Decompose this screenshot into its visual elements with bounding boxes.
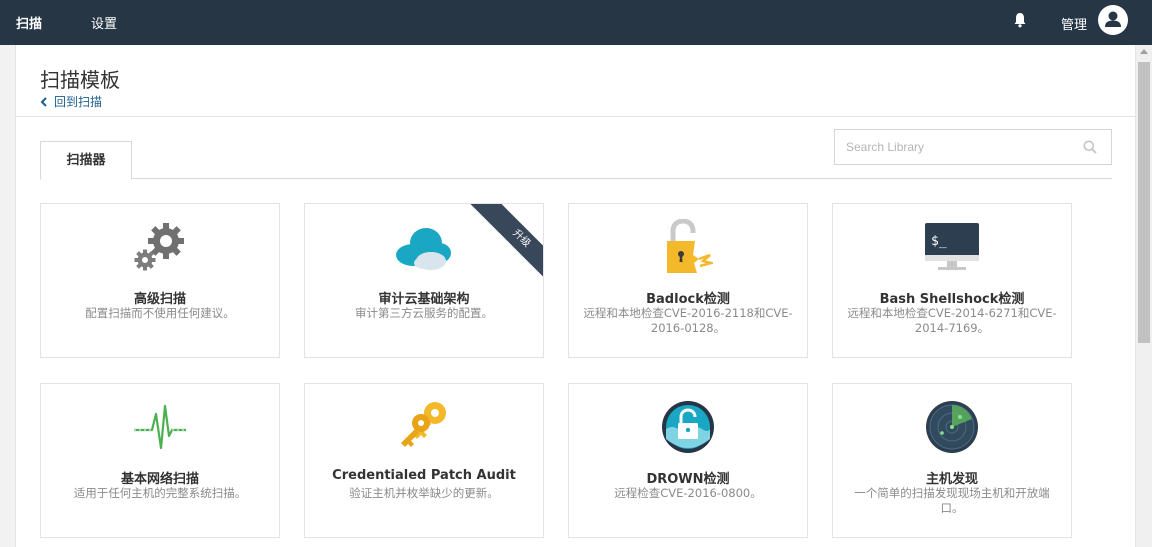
main-panel: 扫描模板 回到扫描 扫描器 Search Library 高级扫描 配置扫描而不… <box>15 45 1135 547</box>
template-card-badlock[interactable]: Badlock检测 远程和本地检查CVE-2016-2118和CVE-2016-… <box>568 203 808 358</box>
template-description: 适用于任何主机的完整系统扫描。 <box>73 486 247 500</box>
radar-icon <box>926 401 978 453</box>
template-title: DROWN检测 <box>646 472 730 487</box>
template-title: 高级扫描 <box>133 292 186 307</box>
broken-lock-icon <box>667 219 713 273</box>
template-description: 远程和本地检查CVE-2014-6271和CVE-2014-7169。 <box>847 306 1057 335</box>
tab-scanners[interactable]: 扫描器 <box>40 141 132 180</box>
template-description: 远程检查CVE-2016-0800。 <box>614 486 762 500</box>
template-description: 审计第三方云服务的配置。 <box>355 306 493 320</box>
template-description: 验证主机并枚举缺少的更新。 <box>349 486 499 500</box>
avatar[interactable] <box>1098 5 1128 35</box>
top-nav: 扫描 设置 管理 <box>0 0 1152 45</box>
nav-user-name[interactable]: 管理 <box>1061 14 1087 33</box>
gears-icon <box>134 223 184 271</box>
template-card-basic-network-scan[interactable]: 基本网络扫描 适用于任何主机的完整系统扫描。 <box>40 383 280 538</box>
nav-scans[interactable]: 扫描 <box>16 13 42 32</box>
upgrade-badge: 升级 <box>463 204 543 297</box>
scrollbar-thumb[interactable] <box>1138 62 1150 343</box>
back-link-label: 回到扫描 <box>54 95 103 109</box>
pulse-icon <box>134 404 186 450</box>
template-card-cloud-audit[interactable]: 升级 审计云基础架构 审计第三方云服务的配置。 <box>304 203 544 358</box>
search-input[interactable] <box>835 130 1075 164</box>
back-to-scans-link[interactable]: 回到扫描 <box>40 93 102 110</box>
template-title: Badlock检测 <box>646 292 730 307</box>
template-title: Credentialed Patch Audit <box>332 468 516 483</box>
scroll-up-arrow-icon[interactable] <box>1140 49 1148 54</box>
template-description: 远程和本地检查CVE-2016-2118和CVE-2016-0128。 <box>583 306 793 335</box>
template-title: 主机发现 <box>925 472 978 487</box>
keys-icon <box>401 402 446 447</box>
template-card-shellshock[interactable]: $_ Bash Shellshock检测 远程和本地检查CVE-2014-627… <box>832 203 1072 358</box>
tab-divider <box>40 178 1112 179</box>
user-icon <box>1105 11 1121 27</box>
search-icon[interactable] <box>1083 140 1097 154</box>
page-title: 扫描模板 <box>40 68 120 92</box>
template-card-host-discovery[interactable]: 主机发现 一个简单的扫描发现现场主机和开放端口。 <box>832 383 1072 538</box>
template-title: Bash Shellshock检测 <box>879 292 1025 307</box>
template-card-credentialed-patch-audit[interactable]: Credentialed Patch Audit 验证主机并枚举缺少的更新。 <box>304 383 544 538</box>
page-header: 扫描模板 回到扫描 <box>16 45 1135 117</box>
template-title: 审计云基础架构 <box>378 292 470 307</box>
template-card-drown[interactable]: DROWN检测 远程检查CVE-2016-0800。 <box>568 383 808 538</box>
template-description: 一个简单的扫描发现现场主机和开放端口。 <box>854 486 1050 515</box>
template-title: 基本网络扫描 <box>120 472 199 487</box>
template-card-advanced-scan[interactable]: 高级扫描 配置扫描而不使用任何建议。 <box>40 203 280 358</box>
chevron-left-icon <box>40 96 47 107</box>
scrollbar[interactable] <box>1135 45 1152 547</box>
terminal-icon: $_ <box>925 223 979 270</box>
svg-text:$_: $_ <box>931 234 947 249</box>
bell-icon[interactable] <box>1013 12 1027 28</box>
drown-lock-icon <box>662 401 714 453</box>
nav-settings[interactable]: 设置 <box>91 13 117 32</box>
search-box <box>834 129 1112 165</box>
template-description: 配置扫描而不使用任何建议。 <box>85 306 235 320</box>
